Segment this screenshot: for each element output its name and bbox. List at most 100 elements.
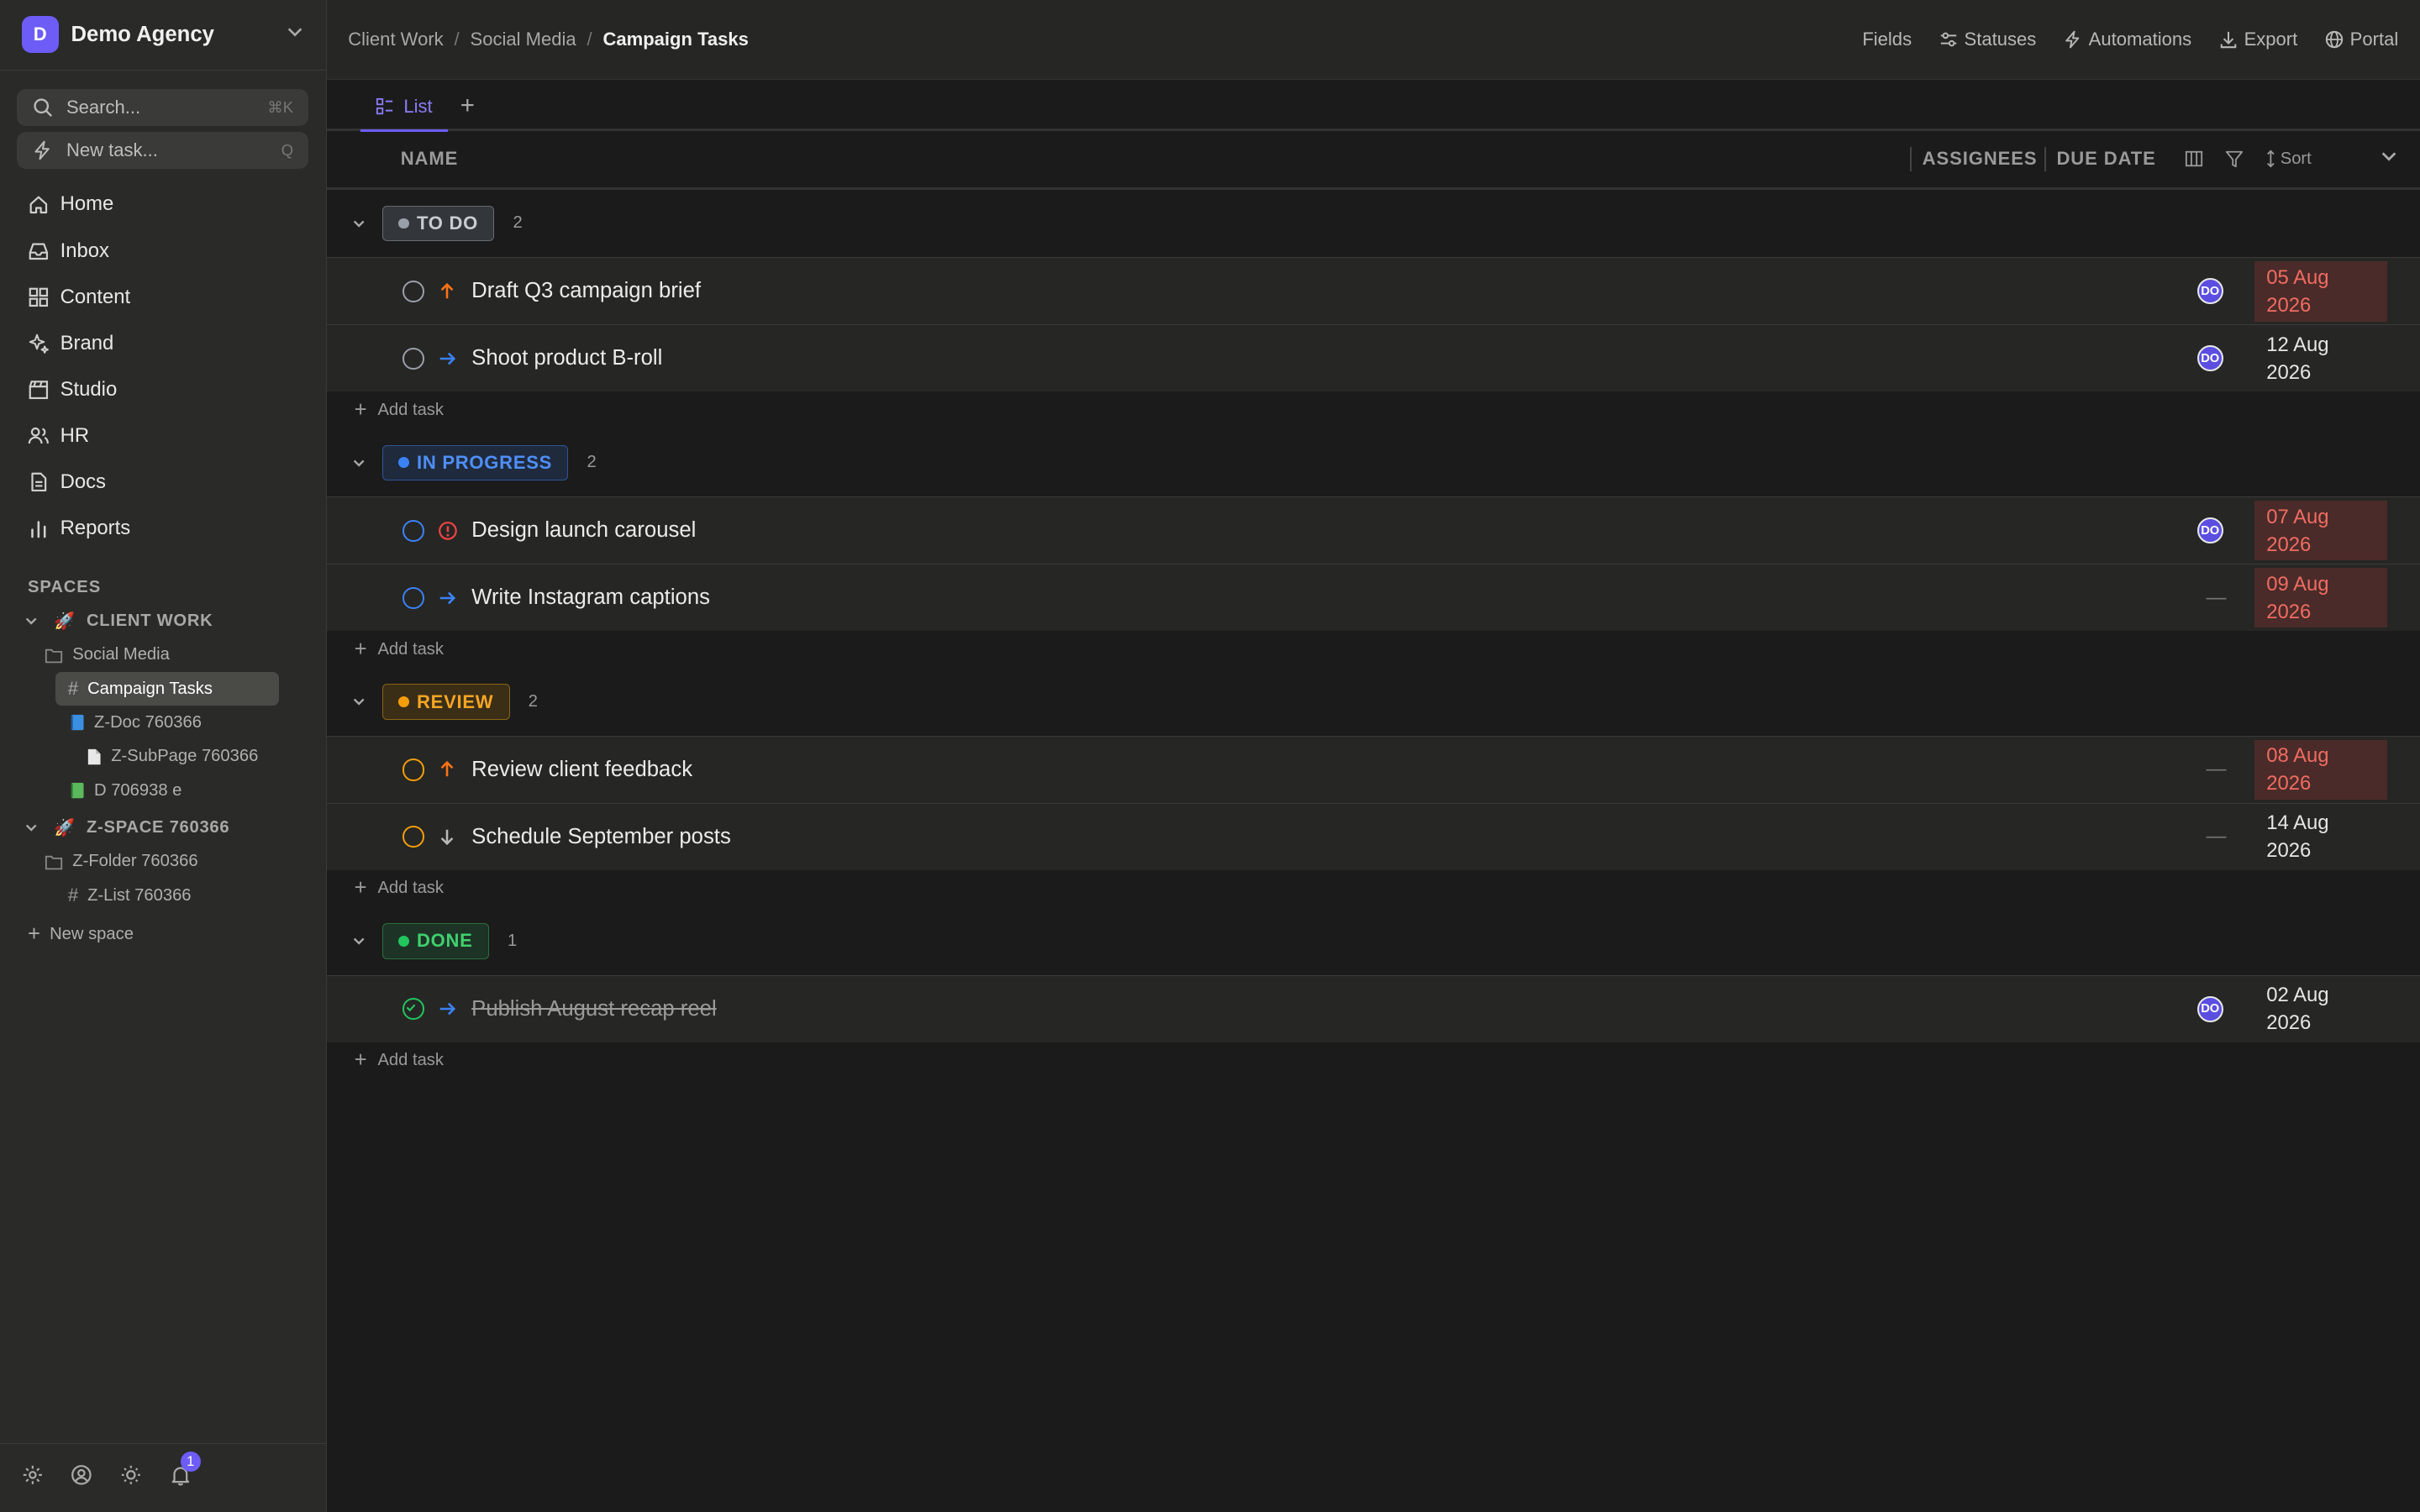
portal-button[interactable]: Portal xyxy=(2325,29,2398,50)
nav-item-docs[interactable]: Docs xyxy=(0,459,326,505)
column-assignees[interactable]: ASSIGNEES xyxy=(1923,148,2038,170)
task-row[interactable]: Review client feedback — 08 Aug 2026 xyxy=(326,736,2420,803)
add-task-button[interactable]: + Add task xyxy=(327,870,2420,907)
no-assignee[interactable]: — xyxy=(2207,758,2227,781)
notification-count: 1 xyxy=(180,1451,201,1472)
column-divider[interactable] xyxy=(2044,146,2046,172)
tab-list[interactable]: List xyxy=(360,83,448,133)
new-space-label: New space xyxy=(50,924,134,943)
priority-normal-icon[interactable] xyxy=(438,349,456,368)
breadcrumb-social-media[interactable]: Social Media xyxy=(471,29,576,50)
task-row[interactable]: Shoot product B-roll DO 12 Aug 2026 xyxy=(326,324,2420,392)
folder-social-media[interactable]: Social Media xyxy=(0,638,326,671)
chevron-down-icon[interactable] xyxy=(351,455,382,470)
due-date[interactable]: 07 Aug 2026 xyxy=(2254,500,2387,561)
no-assignee[interactable]: — xyxy=(2207,586,2227,610)
nav-item-brand[interactable]: Brand xyxy=(0,320,326,366)
assignee-avatar[interactable]: DO xyxy=(2196,345,2223,372)
user-circle-icon[interactable] xyxy=(71,1464,92,1493)
sun-icon[interactable] xyxy=(120,1464,142,1493)
status-toggle[interactable] xyxy=(402,826,424,848)
status-badge[interactable]: IN PROGRESS xyxy=(381,444,569,480)
assignee-avatar[interactable]: DO xyxy=(2196,995,2223,1022)
task-row[interactable]: Write Instagram captions — 09 Aug 2026 xyxy=(326,564,2420,632)
status-dot xyxy=(397,457,409,469)
list-z-list[interactable]: # Z-List 760366 xyxy=(0,879,326,912)
status-toggle[interactable] xyxy=(402,519,424,542)
due-date[interactable]: 14 Aug 2026 xyxy=(2254,807,2387,868)
no-assignee[interactable]: — xyxy=(2207,825,2227,848)
due-date[interactable]: 05 Aug 2026 xyxy=(2254,261,2387,322)
automations-button[interactable]: Automations xyxy=(2064,29,2191,50)
task-row[interactable]: Publish August recap reel DO 02 Aug 2026 xyxy=(326,974,2420,1042)
new-space-button[interactable]: + New space xyxy=(0,917,326,951)
nav-item-studio[interactable]: Studio xyxy=(0,366,326,412)
priority-low-icon[interactable] xyxy=(438,827,456,846)
fields-button[interactable]: Fields xyxy=(1862,29,1912,50)
new-task-button[interactable]: New task... Q xyxy=(17,132,309,170)
doc-z-subpage[interactable]: Z-SubPage 760366 xyxy=(0,740,326,774)
due-date[interactable]: 02 Aug 2026 xyxy=(2254,979,2387,1040)
column-name[interactable]: NAME xyxy=(401,148,459,170)
task-row[interactable]: Schedule September posts — 14 Aug 2026 xyxy=(326,802,2420,870)
list-campaign-tasks[interactable]: # Campaign Tasks xyxy=(55,671,280,706)
add-task-button[interactable]: + Add task xyxy=(327,631,2420,668)
search-input[interactable]: Search... ⌘K xyxy=(17,88,309,126)
doc-z-doc[interactable]: Z-Doc 760366 xyxy=(0,706,326,739)
task-name[interactable]: Shoot product B-roll xyxy=(471,346,662,370)
nav-item-hr[interactable]: HR xyxy=(0,412,326,459)
priority-urgent-icon[interactable] xyxy=(438,521,458,541)
space-client-work[interactable]: 🚀 CLIENT WORK xyxy=(0,604,326,638)
priority-high-icon[interactable] xyxy=(438,760,456,779)
task-name[interactable]: Review client feedback xyxy=(471,758,692,782)
task-row[interactable]: Design launch carousel DO 07 Aug 2026 xyxy=(326,496,2420,564)
nav-item-inbox[interactable]: Inbox xyxy=(0,228,326,274)
breadcrumb-client-work[interactable]: Client Work xyxy=(348,29,443,50)
status-badge[interactable]: REVIEW xyxy=(381,684,510,720)
nav-item-content[interactable]: Content xyxy=(0,274,326,320)
add-task-button[interactable]: + Add task xyxy=(327,391,2420,428)
task-name[interactable]: Schedule September posts xyxy=(471,825,731,849)
status-toggle[interactable] xyxy=(402,347,424,370)
columns-icon[interactable] xyxy=(2185,150,2203,168)
due-date[interactable]: 08 Aug 2026 xyxy=(2254,739,2387,801)
column-due-date[interactable]: DUE DATE xyxy=(2056,148,2155,170)
task-name[interactable]: Publish August recap reel xyxy=(471,997,716,1021)
add-task-button[interactable]: + Add task xyxy=(327,1042,2420,1079)
status-badge[interactable]: DONE xyxy=(381,923,489,959)
chevron-down-icon[interactable] xyxy=(351,933,382,948)
task-name[interactable]: Write Instagram captions xyxy=(471,585,710,610)
export-button[interactable]: Export xyxy=(2219,29,2297,50)
folder-z-folder[interactable]: Z-Folder 760366 xyxy=(0,845,326,879)
filter-icon[interactable] xyxy=(2225,150,2244,168)
status-badge[interactable]: TO DO xyxy=(381,205,495,242)
nav-item-reports[interactable]: Reports xyxy=(0,506,326,552)
priority-high-icon[interactable] xyxy=(438,282,456,301)
task-name[interactable]: Draft Q3 campaign brief xyxy=(471,279,701,303)
assignee-avatar[interactable]: DO xyxy=(2196,517,2223,544)
chevron-down-icon[interactable] xyxy=(2380,147,2398,171)
assignee-avatar[interactable]: DO xyxy=(2196,278,2223,305)
chevron-down-icon[interactable] xyxy=(351,216,382,231)
add-view-button[interactable]: + xyxy=(460,82,475,129)
nav-item-home[interactable]: Home xyxy=(0,181,326,228)
gear-icon[interactable] xyxy=(22,1464,44,1493)
sheet-d706938[interactable]: D 706938 e xyxy=(0,774,326,807)
due-date[interactable]: 09 Aug 2026 xyxy=(2254,567,2387,628)
workspace-switcher[interactable]: D Demo Agency xyxy=(0,0,326,71)
due-date[interactable]: 12 Aug 2026 xyxy=(2254,328,2387,389)
priority-normal-icon[interactable] xyxy=(438,1000,456,1018)
task-row[interactable]: Draft Q3 campaign brief DO 05 Aug 2026 xyxy=(326,257,2420,325)
status-toggle[interactable] xyxy=(402,759,424,781)
sort-button[interactable]: Sort xyxy=(2265,150,2312,169)
status-toggle[interactable] xyxy=(402,586,424,609)
status-toggle[interactable] xyxy=(402,998,424,1021)
status-toggle[interactable] xyxy=(402,280,424,302)
priority-normal-icon[interactable] xyxy=(438,589,456,607)
task-name[interactable]: Design launch carousel xyxy=(471,518,696,543)
notifications-button[interactable]: 1 xyxy=(170,1451,201,1493)
space-z-space[interactable]: 🚀 Z-SPACE 760366 xyxy=(0,811,326,844)
chevron-down-icon[interactable] xyxy=(351,694,382,709)
statuses-button[interactable]: Statuses xyxy=(1939,29,2036,50)
column-divider[interactable] xyxy=(1909,146,1912,172)
